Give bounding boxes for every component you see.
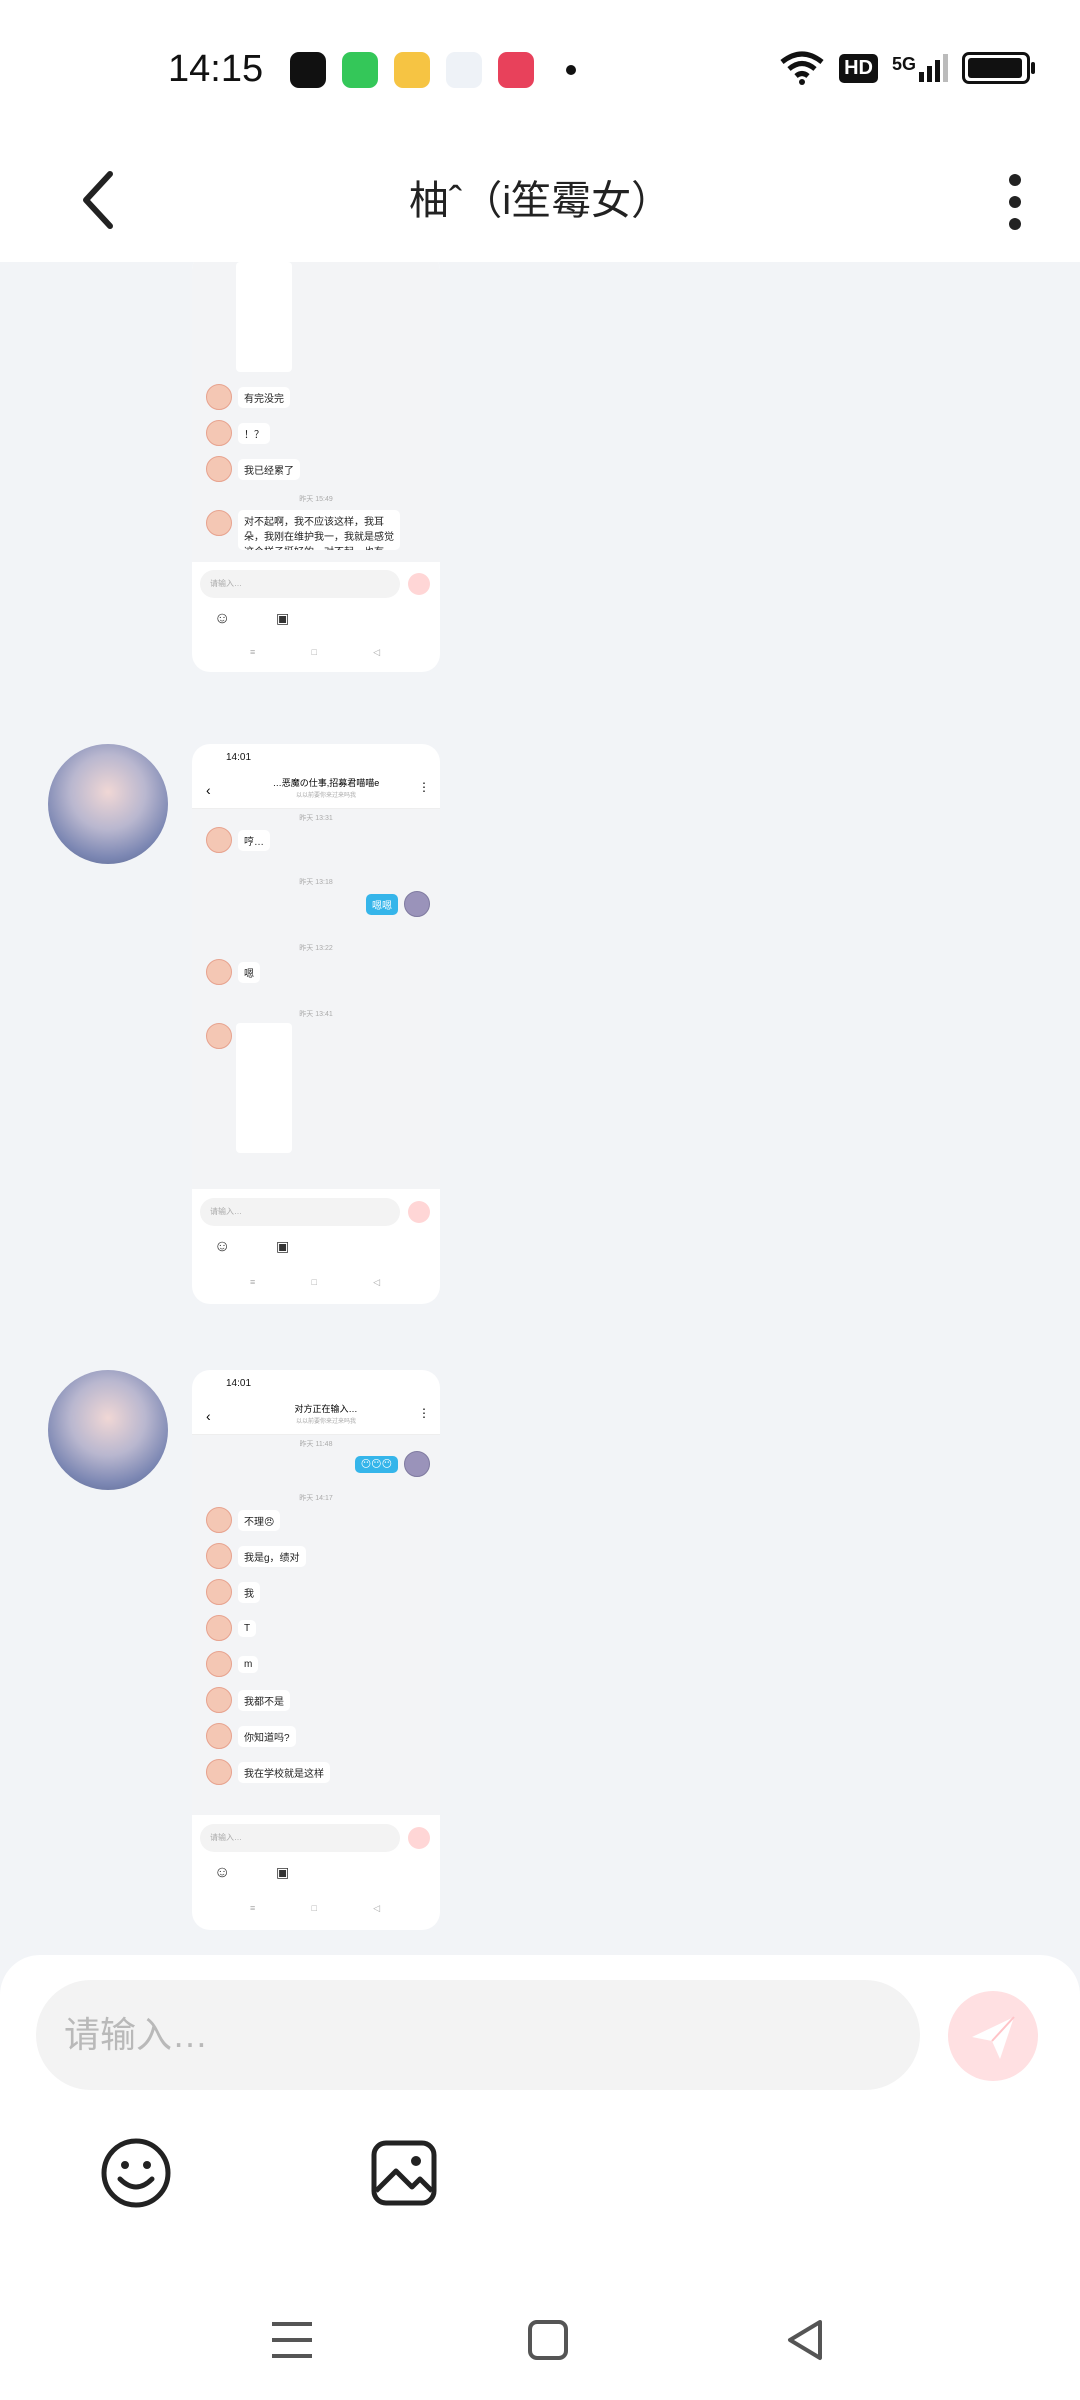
send-button[interactable]	[948, 1991, 1038, 2081]
screenshot-message-row: 对不起啊，我不应该这样，我耳朵，我刚在维护我一，我就是感觉这个样子挺好的，对不起…	[206, 510, 400, 550]
screenshot-message-3[interactable]: 14:01 ‹ 对方正在输入… 以以前要你来过来吗我 ⋮ 昨天 11:48 😶😶…	[192, 1370, 440, 1930]
screenshot-message-row: 你知道吗?	[206, 1723, 296, 1749]
screenshot-message-2[interactable]: 14:01 ‹ …恶魔の仕事,招募君喵喵e 以以前要你来过来吗我 ⋮ 昨天 13…	[192, 744, 440, 1304]
screenshot-message-row: T	[206, 1615, 257, 1641]
screenshot-message-row: 我在学校就是这样	[206, 1759, 330, 1785]
back-icon[interactable]	[776, 2310, 836, 2370]
system-nav-bar	[0, 2290, 1080, 2400]
screenshot-header: ‹ …恶魔の仕事,招募君喵喵e 以以前要你来过来吗我 ⋮	[192, 772, 440, 809]
screenshot-message-row: 我已经累了	[206, 456, 300, 482]
image-thumbnail	[236, 262, 292, 372]
screenshot-image-icon: ▣	[276, 1864, 290, 1880]
status-time: 14:15	[168, 48, 264, 90]
screenshot-image-icon: ▣	[276, 1238, 290, 1254]
wallet-icon	[446, 52, 482, 88]
screenshot-image-icon: ▣	[276, 610, 290, 626]
screenshot-message-row: 不理😠	[206, 1507, 281, 1533]
screenshot-message-row: 我都不是	[206, 1687, 290, 1713]
screenshot-message-row	[206, 1023, 232, 1049]
screenshot-status-bar: 14:01	[226, 1378, 252, 1389]
emoji-icon[interactable]	[96, 2133, 176, 2213]
diamond-app-icon	[394, 52, 430, 88]
message-input-wrapper[interactable]	[36, 1980, 920, 2090]
home-icon[interactable]	[518, 2310, 578, 2370]
screenshot-send-icon	[408, 1827, 430, 1849]
avatar[interactable]	[48, 1370, 168, 1490]
message-input[interactable]	[36, 1980, 920, 2090]
screenshot-sent-row: 嗯嗯	[366, 891, 430, 917]
notification-icons	[290, 52, 576, 88]
screenshot-message-row: m	[206, 1651, 259, 1677]
menu-icon[interactable]	[262, 2310, 322, 2370]
video-app-icon	[498, 52, 534, 88]
avatar[interactable]	[48, 744, 168, 864]
image-icon[interactable]	[364, 2133, 444, 2213]
image-thumbnail	[236, 1023, 292, 1153]
screenshot-header: ‹ 对方正在输入… 以以前要你来过来吗我 ⋮	[192, 1398, 440, 1435]
screenshot-chat-body: 昨天 13:31 哼… 昨天 13:18 嗯嗯 昨天 13:22 嗯 昨天 13…	[192, 809, 440, 1189]
app-store-icon	[342, 52, 378, 88]
system-icons: HD 5G	[779, 50, 1035, 86]
screenshot-message-row: 嗯	[206, 959, 260, 985]
chat-header: 柚ˆ（i笙霉女）	[0, 140, 1080, 262]
hd-icon: HD	[839, 53, 878, 83]
screenshot-chat-body: 昨天 11:48 😶😶😶 昨天 14:17 不理😠 我是g，绩对 我 T m 我…	[192, 1435, 440, 1815]
screenshot-nav-bar: ≡ □ ◁	[250, 647, 380, 657]
screenshot-emoji-icon: ☺	[214, 610, 231, 627]
app-notification-icon	[290, 52, 326, 88]
more-notifications-dot	[566, 65, 576, 75]
send-icon	[972, 2016, 1015, 2059]
signal-icon: 5G	[892, 54, 948, 82]
screenshot-emoji-icon: ☺	[214, 1238, 231, 1255]
screenshot-status-bar: 14:01	[226, 752, 252, 763]
screenshot-message-row: 我	[206, 1579, 260, 1605]
screenshot-emoji-icon: ☺	[214, 1864, 231, 1881]
wifi-icon	[780, 51, 824, 85]
screenshot-message-row: 有完没完	[206, 384, 290, 410]
screenshot-sent-row: 😶😶😶	[354, 1451, 430, 1477]
screenshot-message-1[interactable]: 有完没完 ！？ 我已经累了 昨天 15:49 对不起啊，我不应该这样，我耳朵，我…	[192, 262, 440, 672]
screenshot-message-row: 哼…	[206, 827, 270, 853]
screenshot-message-row: 我是g，绩对	[206, 1543, 306, 1569]
screenshot-input: 请输入…	[200, 1824, 400, 1852]
screenshot-chat-body: 有完没完 ！？ 我已经累了 昨天 15:49 对不起啊，我不应该这样，我耳朵，我…	[192, 262, 440, 562]
screenshot-input: 请输入…	[200, 570, 400, 598]
battery-icon	[962, 52, 1035, 84]
screenshot-message-row: ！？	[206, 420, 270, 446]
status-bar: 14:15 HD 5G	[0, 0, 1080, 140]
message-list[interactable]: 有完没完 ！？ 我已经累了 昨天 15:49 对不起啊，我不应该这样，我耳朵，我…	[0, 262, 1080, 1962]
chat-title: 柚ˆ（i笙霉女）	[408, 179, 672, 223]
screenshot-timestamp: 昨天 15:49	[299, 496, 333, 503]
screenshot-send-icon	[408, 573, 430, 595]
screenshot-nav-bar: ≡ □ ◁	[250, 1903, 380, 1913]
screenshot-send-icon	[408, 1201, 430, 1223]
more-options-icon[interactable]	[990, 162, 1040, 242]
screenshot-nav-bar: ≡ □ ◁	[250, 1277, 380, 1287]
screenshot-input: 请输入…	[200, 1198, 400, 1226]
